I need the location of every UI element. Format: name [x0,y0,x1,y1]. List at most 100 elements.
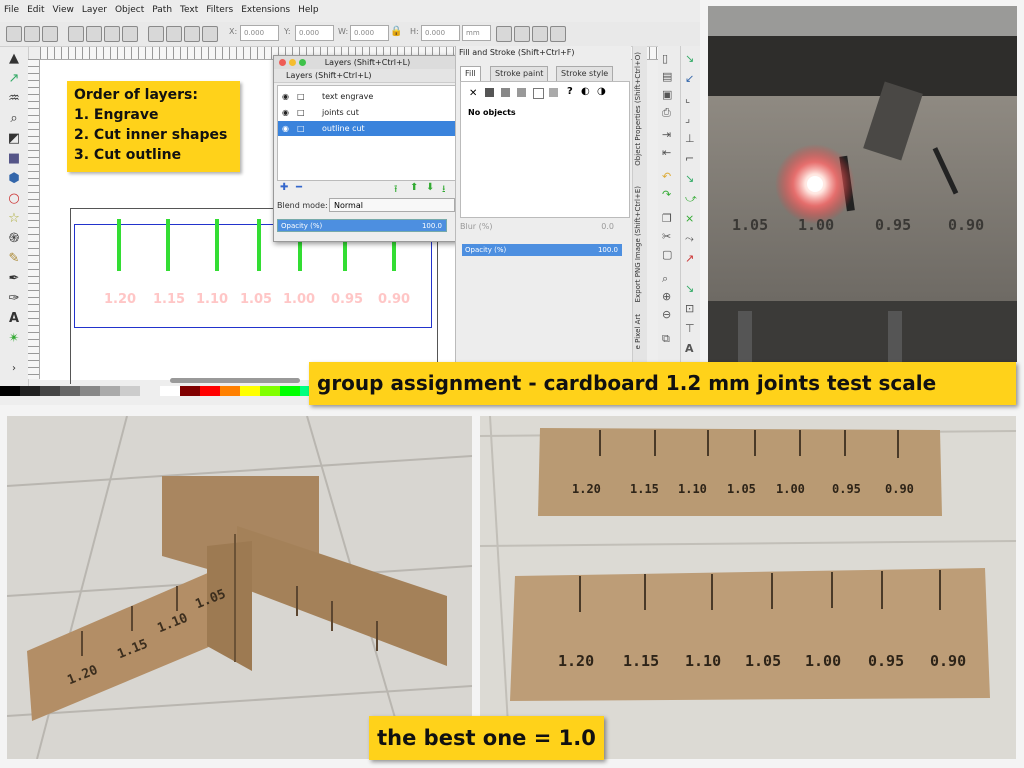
move-gradients-icon[interactable] [532,26,548,42]
scale-corners-icon[interactable] [514,26,530,42]
zoom-selection-icon[interactable]: ⌕ [662,272,668,286]
menu-text[interactable]: Text [176,0,202,15]
fill-rule-evenodd-icon[interactable]: ◐ [581,86,590,97]
palette-swatch[interactable] [100,386,120,396]
tab-object-properties[interactable]: Object Properties (Shift+Ctrl+O) [634,52,642,166]
calligraphy-tool-icon[interactable]: ✑ [6,291,22,307]
duplicate-icon[interactable]: ⧉ [662,332,670,346]
w-field[interactable]: 0.000 [350,25,389,41]
lower-to-bottom-icon[interactable] [202,26,218,42]
unlock-icon[interactable]: □ [297,89,305,104]
object-opacity-slider[interactable]: Opacity (%) 100.0 [462,244,622,256]
print-icon[interactable]: ⎙ [662,106,671,120]
linear-gradient-icon[interactable] [501,88,510,97]
flip-vertical-icon[interactable] [122,26,138,42]
open-document-icon[interactable]: ▤ [662,70,672,83]
new-document-icon[interactable]: ▯ [662,52,668,65]
unlock-icon[interactable]: □ [297,105,305,120]
select-all-layers-icon[interactable] [24,26,40,42]
joint-slot[interactable] [166,219,170,271]
scale-stroke-icon[interactable] [496,26,512,42]
palette-swatch[interactable] [280,386,300,396]
node-tool-icon[interactable]: ↗ [6,71,22,87]
selector-tool-icon[interactable]: ▲ [6,51,22,67]
deselect-icon[interactable] [42,26,58,42]
tab-pixel-art[interactable]: e Pixel Art [634,314,642,349]
layer-row-text-engrave[interactable]: ◉ □ text engrave [278,89,458,104]
fill-rule-nonzero-icon[interactable]: ◑ [597,86,606,97]
rotate-cw-icon[interactable] [86,26,102,42]
copy-icon[interactable]: ❐ [662,212,672,225]
zoom-drawing-icon[interactable]: ⊕ [662,290,671,303]
tab-stroke-paint[interactable]: Stroke paint [490,66,549,82]
minimize-window-icon[interactable] [289,59,296,66]
tweak-tool-icon[interactable]: ♒ [6,91,22,107]
rotate-ccw-icon[interactable] [68,26,84,42]
layer-opacity-slider[interactable]: Opacity (%) 100.0 [277,219,447,232]
joint-slot[interactable] [117,219,121,271]
spray-tool-icon[interactable]: ✴ [6,331,22,347]
radial-gradient-icon[interactable] [517,88,526,97]
cut-icon[interactable]: ✂ [662,230,671,243]
more-tools-chevron-icon[interactable]: › [6,361,22,377]
add-layer-icon[interactable]: ✚ [280,182,288,193]
palette-swatch[interactable] [260,386,280,396]
unset-paint-icon[interactable]: ? [567,86,573,97]
redo-icon[interactable]: ↷ [662,188,671,201]
tab-export-png[interactable]: Export PNG Image (Shift+Ctrl+E) [634,186,642,302]
3d-box-tool-icon[interactable]: ⬢ [6,171,22,187]
layer-down-icon[interactable]: ⬇ [426,182,434,193]
select-all-icon[interactable] [6,26,22,42]
blur-slider[interactable]: Blur (%) 0.0 [460,222,628,236]
horizontal-scrollbar[interactable] [170,378,300,383]
y-field[interactable]: 0.000 [295,25,334,41]
layer-up-icon[interactable]: ⬆ [410,182,418,193]
snap-toggle-icon[interactable]: ↘ [685,52,694,65]
text-tool-icon[interactable]: A [6,311,22,327]
snap-path-icon[interactable]: ⤻ [685,192,697,206]
layer-to-bottom-icon[interactable]: ⭳ [442,182,446,199]
export-icon[interactable]: ⇤ [662,146,671,159]
tab-stroke-style[interactable]: Stroke style [556,66,614,82]
snap-grid-icon[interactable]: ⊡ [685,302,694,315]
snap-nodes-icon[interactable]: ↘ [685,172,694,185]
menu-edit[interactable]: Edit [23,0,48,15]
raise-icon[interactable] [166,26,182,42]
snap-page-icon[interactable]: ⊤ [685,322,695,335]
lower-icon[interactable] [184,26,200,42]
palette-swatch[interactable] [200,386,220,396]
h-field[interactable]: 0.000 [421,25,460,41]
snap-center-icon[interactable]: ⌐ [685,152,694,165]
palette-swatch[interactable] [0,386,20,396]
circle-tool-icon[interactable]: ○ [6,191,22,207]
snap-intersection-icon[interactable]: ⨯ [685,212,694,225]
palette-swatch[interactable] [20,386,40,396]
menu-help[interactable]: Help [294,0,323,15]
mesh-gradient-icon[interactable] [533,88,544,99]
palette-swatch[interactable] [180,386,200,396]
palette-swatch[interactable] [40,386,60,396]
zoom-page-icon[interactable]: ⊖ [662,308,671,321]
flat-color-icon[interactable] [485,88,494,97]
zoom-tool-icon[interactable]: ⌕ [6,111,22,127]
snap-edge-icon[interactable]: ⌞ [685,92,690,105]
star-tool-icon[interactable]: ☆ [6,211,22,227]
snap-text-baseline-icon[interactable]: A [685,342,694,355]
palette-swatch[interactable] [140,386,160,396]
snap-bbox-icon[interactable]: ↙ [685,72,694,85]
flip-horizontal-icon[interactable] [104,26,120,42]
palette-swatch[interactable] [120,386,140,396]
layer-to-top-icon[interactable]: ⭱ [394,182,398,199]
no-paint-icon[interactable]: ✕ [469,88,477,99]
undo-icon[interactable]: ↶ [662,170,671,183]
raise-to-top-icon[interactable] [148,26,164,42]
rectangle-tool-icon[interactable]: ■ [6,151,22,167]
blend-mode-select[interactable]: Normal [329,198,455,212]
snap-cusp-icon[interactable]: ↗ [685,252,694,265]
pen-tool-icon[interactable]: ✒ [6,271,22,287]
palette-swatch[interactable] [80,386,100,396]
layer-row-outline-cut[interactable]: ◉ □ outline cut [278,121,458,136]
menu-path[interactable]: Path [148,0,176,15]
x-field[interactable]: 0.000 [240,25,279,41]
pattern-icon[interactable] [549,88,558,97]
